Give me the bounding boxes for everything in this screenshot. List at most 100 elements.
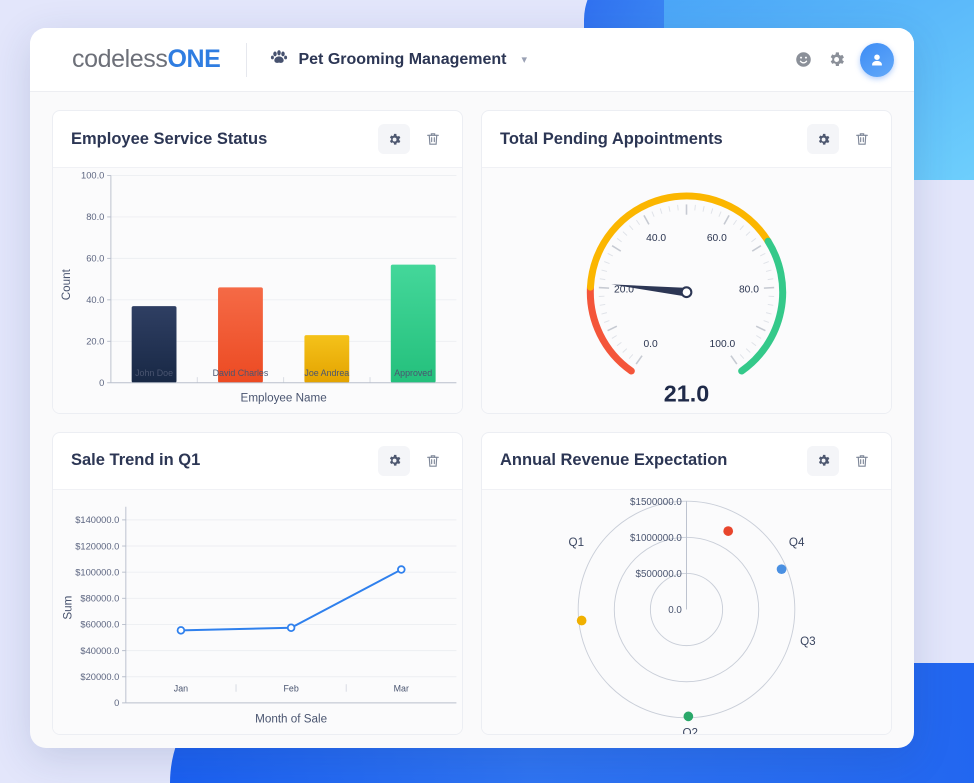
y-axis-tick: 100.0	[81, 171, 104, 181]
gauge-chart: 0.0 20.0 40.0 60.0 80.0 100.0 21.0	[482, 167, 891, 413]
paw-icon	[269, 47, 289, 72]
card-header: Total Pending Appointments	[482, 111, 891, 167]
brand-logo[interactable]: codelessONE	[72, 45, 221, 74]
gauge-tick	[607, 253, 613, 257]
gauge-tick	[760, 253, 766, 257]
gauge-tick	[677, 204, 679, 211]
gauge-tick	[745, 231, 751, 236]
gauge-tick	[723, 215, 730, 225]
gauge-value-label: 21.0	[664, 380, 709, 406]
y-axis-tick: 80.0	[86, 212, 104, 222]
gauge-tick	[604, 261, 610, 264]
gauge-tick	[702, 206, 705, 212]
y-axis-tick: 20.0	[86, 337, 104, 347]
app-selector[interactable]: Pet Grooming Management ▾	[269, 47, 527, 72]
gauge-tick	[598, 286, 610, 289]
polar-radial-label: $500000.0	[636, 569, 683, 580]
brand-logo-part2: ONE	[167, 45, 221, 73]
bar-category-label: Approved	[394, 368, 432, 378]
card-settings-button[interactable]	[807, 445, 839, 476]
gauge-tick	[601, 269, 608, 272]
polar-angle-label: Q4	[789, 536, 805, 549]
gauge-tick-label: 80.0	[739, 285, 759, 296]
y-axis-tick: 60.0	[86, 254, 104, 264]
card-sale-trend-q1: Sale Trend in Q1 0 $20000.0 $40000.0 $60…	[52, 431, 463, 736]
gear-icon[interactable]	[827, 50, 846, 69]
card-settings-button[interactable]	[807, 124, 839, 154]
card-actions	[378, 445, 448, 476]
gauge-tick-label: 60.0	[707, 233, 727, 244]
y-axis-tick: $120000.0	[75, 541, 119, 551]
bar	[390, 264, 436, 383]
card-delete-button[interactable]	[847, 124, 877, 154]
card-employee-service-status: Employee Service Status 0 20.0 40.0 60.0…	[52, 110, 463, 414]
polar-radial-label: $1500000.0	[630, 497, 682, 508]
gauge-tick	[733, 219, 737, 225]
polar-data-point	[683, 711, 694, 721]
card-total-pending-appointments: Total Pending Appointments 0.0 20.0 40.0…	[481, 110, 892, 414]
gauge-needle-hub	[680, 286, 693, 299]
bar-chart-svg: 0 20.0 40.0 60.0 80.0 100.0 John Doe David Cha…	[60, 171, 457, 404]
line-chart: 0 $20000.0 $40000.0 $60000.0 $80000.0 $100000…	[53, 488, 462, 735]
polar-data-point	[723, 525, 734, 536]
line-chart-svg: 0 $20000.0 $40000.0 $60000.0 $80000.0 $100000…	[62, 506, 457, 725]
card-delete-button[interactable]	[418, 124, 448, 154]
user-avatar[interactable]	[860, 42, 894, 77]
bar-category-label: John Doe	[135, 368, 173, 378]
card-title: Total Pending Appointments	[500, 129, 723, 148]
gauge-tick	[763, 261, 769, 264]
gauge-tick	[601, 312, 608, 315]
gauge-tick	[611, 335, 617, 339]
gauge-tick	[599, 278, 606, 281]
y-axis-tick: $20000.0	[80, 672, 119, 682]
bar-chart: 0 20.0 40.0 60.0 80.0 100.0 John Doe David Cha…	[53, 167, 462, 413]
data-point	[286, 623, 296, 632]
card-title: Employee Service Status	[71, 129, 268, 148]
y-axis-tick: 0	[114, 698, 119, 708]
emoji-icon[interactable]	[794, 50, 813, 69]
gauge-tick	[694, 204, 696, 211]
card-delete-button[interactable]	[847, 446, 877, 476]
bar-y-axis-title: Count	[60, 268, 73, 300]
gauge-tick	[751, 238, 757, 243]
y-axis-tick: $60000.0	[80, 619, 119, 629]
data-point	[397, 564, 406, 574]
y-axis-tick: 40.0	[86, 295, 104, 305]
y-axis-tick: $80000.0	[80, 593, 119, 603]
polar-angle-label: Q3	[800, 635, 816, 648]
line-category-label: Feb	[283, 683, 298, 693]
card-settings-button[interactable]	[378, 124, 410, 154]
gauge-tick	[765, 269, 772, 272]
gauge-tick	[611, 245, 622, 252]
gauge-tick	[765, 312, 772, 315]
line-x-axis-title: Month of Sale	[255, 712, 327, 725]
card-delete-button[interactable]	[418, 446, 448, 476]
gauge-tick	[622, 231, 628, 236]
gauge-chart-svg: 0.020.040.0 60.080.0100.0 21.0	[586, 192, 787, 406]
polar-chart: 0.0 $500000.0 $1000000.0 $1500000.0 Q1 Q2 Q3 Q…	[482, 488, 891, 735]
gauge-tick	[763, 286, 775, 289]
gauge-tick-label: 0.0	[643, 339, 658, 350]
y-axis-tick: 0	[99, 378, 104, 388]
gauge-tick	[643, 215, 650, 225]
line-category-label: Mar	[394, 683, 409, 693]
app-title: Pet Grooming Management	[298, 50, 507, 68]
gauge-tick	[636, 219, 640, 225]
card-header: Sale Trend in Q1	[53, 433, 462, 489]
topbar-icons	[794, 42, 894, 77]
card-title: Annual Revenue Expectation	[500, 451, 728, 470]
gauge-tick	[756, 335, 762, 339]
card-actions	[807, 124, 877, 154]
card-header: Employee Service Status	[53, 111, 462, 167]
gauge-tick	[767, 304, 774, 306]
gauge-tick	[739, 354, 745, 359]
gauge-tick	[622, 348, 628, 353]
header-divider	[246, 42, 248, 77]
gauge-tick	[628, 354, 634, 359]
card-actions	[378, 124, 448, 154]
card-settings-button[interactable]	[378, 445, 410, 476]
gauge-tick	[635, 355, 643, 365]
polar-radial-label: 0.0	[668, 605, 682, 616]
y-axis-tick: $40000.0	[80, 646, 119, 656]
chevron-down-icon[interactable]: ▾	[522, 53, 528, 66]
